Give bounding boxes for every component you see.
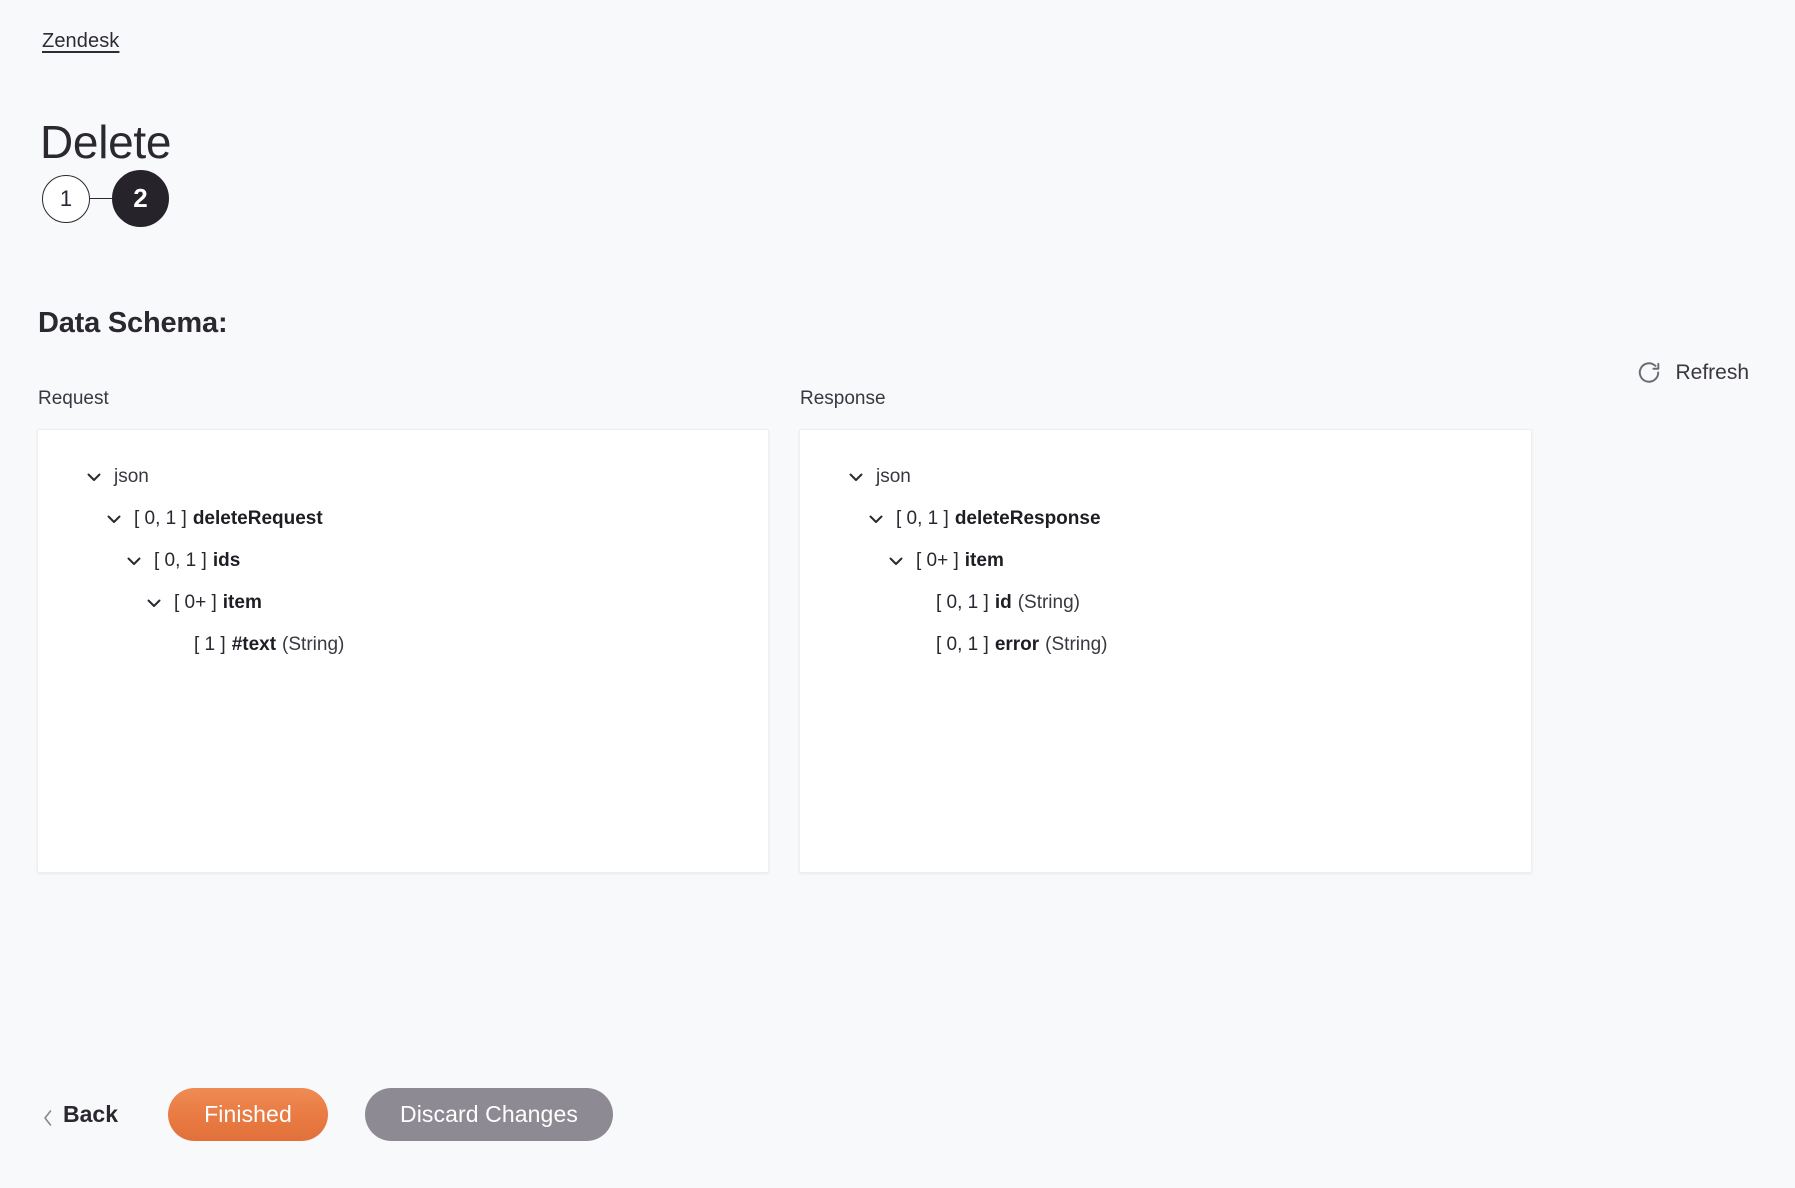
stepper-step-2[interactable]: 2 <box>112 170 169 227</box>
schema-node-cardinality: [ 1 ] <box>194 634 226 655</box>
refresh-label: Refresh <box>1675 361 1749 384</box>
schema-node-type: (String) <box>1017 592 1080 613</box>
schema-node-cardinality: [ 0, 1 ] <box>936 592 989 613</box>
schema-node: json <box>800 456 1531 498</box>
section-heading-data-schema: Data Schema: <box>38 307 228 340</box>
request-schema-panel: json[ 0, 1 ] deleteRequest[ 0, 1 ] ids[ 0+… <box>37 429 769 873</box>
response-column-label: Response <box>800 388 886 409</box>
schema-node: [ 0+ ] item <box>800 540 1531 582</box>
schema-node-name: item <box>964 550 1004 571</box>
stepper-step-2-label: 2 <box>133 183 148 213</box>
schema-node-label: [ 0, 1 ] id (String) <box>936 592 1080 614</box>
refresh-icon <box>1636 360 1662 386</box>
schema-node-label: [ 0+ ] item <box>916 550 1004 572</box>
schema-node-cardinality: [ 0, 1 ] <box>154 550 207 571</box>
response-schema-tree: json[ 0, 1 ] deleteResponse[ 0+ ] item[ 0,… <box>800 430 1531 666</box>
schema-node-label: [ 0, 1 ] error (String) <box>936 634 1107 656</box>
schema-node: [ 0+ ] item <box>38 582 768 624</box>
schema-node-cardinality: [ 0, 1 ] <box>896 508 949 529</box>
schema-node-label: [ 0, 1 ] ids <box>154 550 240 572</box>
schema-node: [ 1 ] #text (String) <box>38 624 768 666</box>
schema-node-name: json <box>114 466 149 487</box>
schema-node: [ 0, 1 ] error (String) <box>800 624 1531 666</box>
schema-node-name: #text <box>231 634 277 655</box>
schema-node-name: json <box>876 466 911 487</box>
schema-node-label: json <box>114 466 149 488</box>
stepper-connector <box>90 197 112 200</box>
footer-actions: Back Finished Discard Changes <box>40 1088 613 1141</box>
stepper-step-1[interactable]: 1 <box>42 174 90 223</box>
stepper-step-1-label: 1 <box>59 185 73 211</box>
discard-changes-button[interactable]: Discard Changes <box>364 1088 613 1141</box>
schema-node-type: (String) <box>282 634 345 655</box>
schema-node-name: ids <box>212 550 241 571</box>
schema-node-label: [ 0, 1 ] deleteRequest <box>134 508 323 530</box>
schema-node-cardinality: [ 0, 1 ] <box>936 634 989 655</box>
schema-node-name: item <box>222 592 262 613</box>
stepper: 1 2 <box>42 170 169 227</box>
schema-node-label: json <box>876 466 911 488</box>
chevron-down-icon[interactable] <box>84 467 104 487</box>
back-button[interactable]: Back <box>40 1095 120 1134</box>
chevron-down-icon[interactable] <box>144 593 164 613</box>
schema-node-type: (String) <box>1045 634 1108 655</box>
schema-node: [ 0, 1 ] ids <box>38 540 768 582</box>
page-root: Zendesk Delete 1 2 Data Schema: Refresh … <box>0 0 1795 1188</box>
chevron-down-icon[interactable] <box>124 551 144 571</box>
schema-node: [ 0, 1 ] id (String) <box>800 582 1531 624</box>
breadcrumb-zendesk[interactable]: Zendesk <box>42 30 119 53</box>
schema-node-label: [ 0+ ] item <box>174 592 262 614</box>
chevron-down-icon[interactable] <box>886 551 906 571</box>
chevron-down-icon[interactable] <box>104 509 124 529</box>
schema-node-cardinality: [ 0, 1 ] <box>134 508 187 529</box>
schema-node-name: deleteResponse <box>954 508 1101 529</box>
schema-node: [ 0, 1 ] deleteRequest <box>38 498 768 540</box>
schema-node-cardinality: [ 0+ ] <box>916 550 959 571</box>
page-title: Delete <box>40 115 172 168</box>
schema-node-label: [ 0, 1 ] deleteResponse <box>896 508 1101 530</box>
schema-node-name: id <box>994 592 1012 613</box>
schema-node: [ 0, 1 ] deleteResponse <box>800 498 1531 540</box>
back-label: Back <box>63 1101 118 1127</box>
refresh-button[interactable]: Refresh <box>1630 356 1755 390</box>
schema-node-name: error <box>994 634 1040 655</box>
schema-node-cardinality: [ 0+ ] <box>174 592 217 613</box>
finished-button[interactable]: Finished <box>167 1088 328 1141</box>
response-schema-panel: json[ 0, 1 ] deleteResponse[ 0+ ] item[ 0,… <box>799 429 1532 873</box>
request-column-label: Request <box>38 388 109 409</box>
schema-node-label: [ 1 ] #text (String) <box>194 634 344 656</box>
chevron-down-icon[interactable] <box>866 509 886 529</box>
request-schema-tree: json[ 0, 1 ] deleteRequest[ 0, 1 ] ids[ 0+… <box>38 430 768 666</box>
schema-node: json <box>38 456 768 498</box>
chevron-left-icon <box>42 1106 54 1126</box>
chevron-down-icon[interactable] <box>846 467 866 487</box>
schema-node-name: deleteRequest <box>192 508 323 529</box>
